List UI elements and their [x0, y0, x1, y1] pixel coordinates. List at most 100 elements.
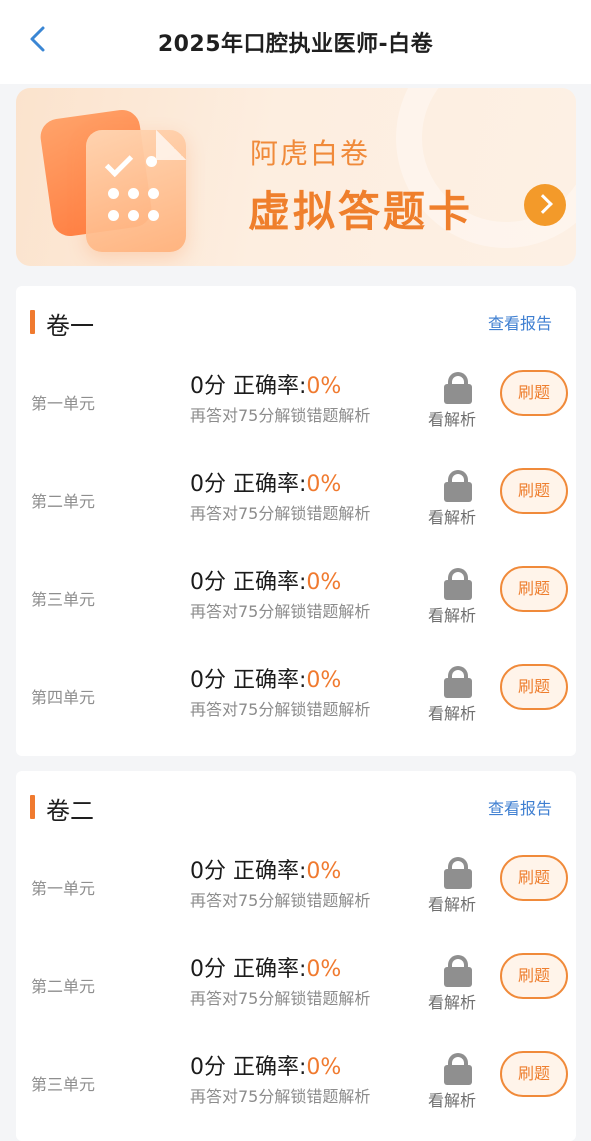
unlock-hint: 再答对75分解锁错题解析 — [190, 700, 371, 719]
view-analysis-button[interactable]: 看解析 — [428, 664, 490, 724]
unit-name: 第一单元 — [31, 394, 96, 413]
view-analysis-button[interactable]: 看解析 — [428, 468, 490, 528]
unlock-hint: 再答对75分解锁错题解析 — [190, 602, 371, 621]
rate-label: 正确率: — [233, 374, 307, 399]
section-header: 卷一 查看报告 — [16, 286, 576, 356]
lock-body — [444, 869, 472, 889]
unlock-hint: 再答对75分解锁错题解析 — [190, 1087, 371, 1106]
rate-value: 0% — [306, 859, 342, 884]
banner-subtitle: 阿虎白卷 — [250, 137, 371, 170]
unlock-hint: 再答对75分解锁错题解析 — [190, 891, 371, 910]
score-line: 0分 正确率:0% — [190, 564, 341, 596]
dot — [128, 188, 139, 199]
view-analysis-button[interactable]: 看解析 — [428, 1051, 490, 1111]
score-line: 0分 正确率:0% — [190, 662, 341, 694]
unit-row: 第三单元 0分 正确率:0% 再答对75分解锁错题解析 看解析 刷题 — [16, 1039, 576, 1137]
view-report-link[interactable]: 查看报告 — [488, 310, 552, 334]
analysis-label: 看解析 — [428, 410, 477, 429]
page-title: 2025年口腔执业医师-白卷 — [157, 32, 434, 57]
section-card-2: 卷二 查看报告 第一单元 0分 正确率:0% 再答对75分解锁错题解析 看解析 … — [16, 771, 576, 1141]
view-analysis-button[interactable]: 看解析 — [428, 566, 490, 626]
dot — [148, 188, 159, 199]
score: 0分 — [190, 668, 226, 693]
top-bar: 2025年口腔执业医师-白卷 — [0, 0, 591, 84]
score-line: 0分 正确率:0% — [190, 951, 341, 983]
score-line: 0分 正确率:0% — [190, 368, 341, 400]
arrow-right-circle-icon[interactable] — [524, 184, 566, 226]
unit-name: 第三单元 — [31, 590, 96, 609]
analysis-label: 看解析 — [428, 606, 477, 625]
lock-body — [444, 384, 472, 404]
unit-name: 第四单元 — [31, 688, 96, 707]
score: 0分 — [190, 859, 226, 884]
unit-name: 第二单元 — [31, 492, 96, 511]
lock-body — [444, 967, 472, 987]
practice-button[interactable]: 刷题 — [500, 468, 568, 514]
dot — [128, 210, 139, 221]
view-analysis-button[interactable]: 看解析 — [428, 855, 490, 915]
rate-value: 0% — [306, 374, 342, 399]
unit-row: 第三单元 0分 正确率:0% 再答对75分解锁错题解析 看解析 刷题 — [16, 554, 576, 652]
view-analysis-button[interactable]: 看解析 — [428, 370, 490, 430]
rate-label: 正确率: — [233, 668, 307, 693]
unit-name: 第三单元 — [31, 1075, 96, 1094]
lock-body — [444, 678, 472, 698]
score-line: 0分 正确率:0% — [190, 466, 341, 498]
analysis-label: 看解析 — [428, 895, 477, 914]
unlock-hint: 再答对75分解锁错题解析 — [190, 504, 371, 523]
section-title: 卷二 — [46, 797, 94, 825]
page-fold — [156, 130, 186, 160]
rate-value: 0% — [306, 668, 342, 693]
score-line: 0分 正确率:0% — [190, 1049, 341, 1081]
analysis-label: 看解析 — [428, 1091, 477, 1110]
score: 0分 — [190, 1055, 226, 1080]
analysis-label: 看解析 — [428, 704, 477, 723]
score: 0分 — [190, 374, 226, 399]
dot — [148, 210, 159, 221]
virtual-answer-card-banner[interactable]: 阿虎白卷 虚拟答题卡 — [16, 88, 576, 266]
section-header: 卷二 查看报告 — [16, 771, 576, 841]
unit-row: 第一单元 0分 正确率:0% 再答对75分解锁错题解析 看解析 刷题 — [16, 358, 576, 456]
unit-row: 第一单元 0分 正确率:0% 再答对75分解锁错题解析 看解析 刷题 — [16, 843, 576, 941]
rate-value: 0% — [306, 570, 342, 595]
score-line: 0分 正确率:0% — [190, 853, 341, 885]
lock-body — [444, 482, 472, 502]
unit-name: 第一单元 — [31, 879, 96, 898]
rate-label: 正确率: — [233, 472, 307, 497]
practice-button[interactable]: 刷题 — [500, 1051, 568, 1097]
dot — [108, 210, 119, 221]
practice-button[interactable]: 刷题 — [500, 855, 568, 901]
rate-label: 正确率: — [233, 1055, 307, 1080]
unit-name: 第二单元 — [31, 977, 96, 996]
view-analysis-button[interactable]: 看解析 — [428, 953, 490, 1013]
practice-button[interactable]: 刷题 — [500, 370, 568, 416]
rate-value: 0% — [306, 472, 342, 497]
dot — [146, 156, 157, 167]
practice-button[interactable]: 刷题 — [500, 664, 568, 710]
view-report-link[interactable]: 查看报告 — [488, 795, 552, 819]
unlock-hint: 再答对75分解锁错题解析 — [190, 406, 371, 425]
analysis-label: 看解析 — [428, 993, 477, 1012]
rate-value: 0% — [306, 1055, 342, 1080]
dot — [108, 188, 119, 199]
lock-body — [444, 580, 472, 600]
unit-row: 第四单元 0分 正确率:0% 再答对75分解锁错题解析 看解析 刷题 — [16, 652, 576, 750]
unit-row: 第二单元 0分 正确率:0% 再答对75分解锁错题解析 看解析 刷题 — [16, 456, 576, 554]
lock-body — [444, 1065, 472, 1085]
rate-label: 正确率: — [233, 570, 307, 595]
banner-title: 虚拟答题卡 — [248, 187, 474, 236]
score: 0分 — [190, 472, 226, 497]
section-title-bar — [30, 795, 35, 819]
rate-label: 正确率: — [233, 859, 307, 884]
practice-button[interactable]: 刷题 — [500, 953, 568, 999]
rate-value: 0% — [306, 957, 342, 982]
section-title-bar — [30, 310, 35, 334]
answer-sheet-icon — [86, 130, 186, 252]
section-card-1: 卷一 查看报告 第一单元 0分 正确率:0% 再答对75分解锁错题解析 看解析 … — [16, 286, 576, 756]
checkmark-icon — [104, 148, 134, 178]
rate-label: 正确率: — [233, 957, 307, 982]
unit-row: 第二单元 0分 正确率:0% 再答对75分解锁错题解析 看解析 刷题 — [16, 941, 576, 1039]
practice-button[interactable]: 刷题 — [500, 566, 568, 612]
section-title: 卷一 — [46, 312, 94, 340]
analysis-label: 看解析 — [428, 508, 477, 527]
